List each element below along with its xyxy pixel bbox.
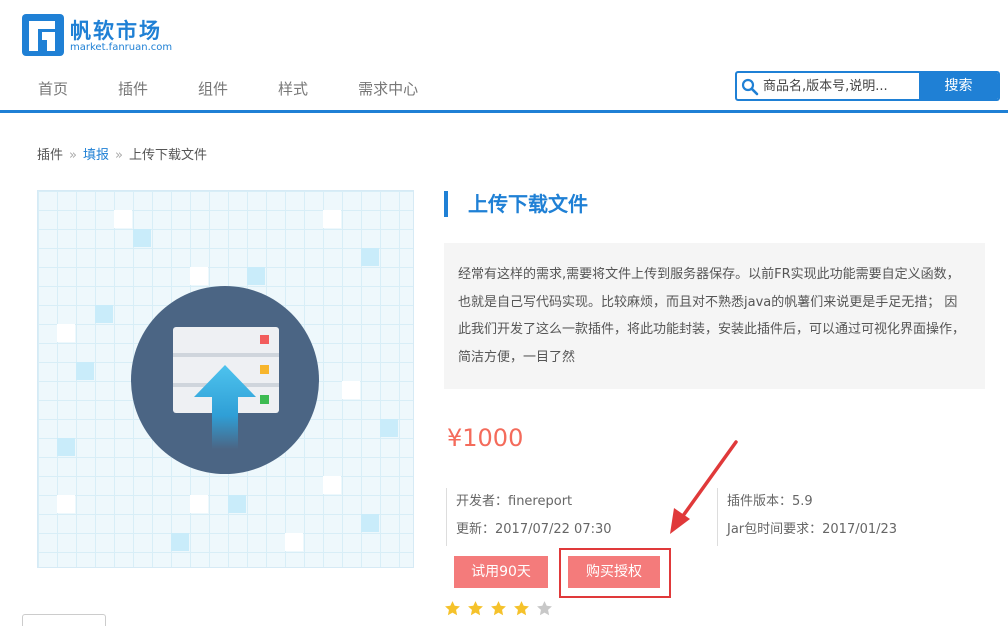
product-description: 经常有这样的需求,需要将文件上传到服务器保存。以前FR实现此功能需要自定义函数，… bbox=[444, 243, 985, 389]
search-icon bbox=[741, 78, 759, 96]
jar-requirement-info: Jar包时间要求：2017/01/23 bbox=[727, 522, 898, 537]
bottom-tab[interactable] bbox=[22, 614, 106, 626]
version-info: 插件版本：5.9 bbox=[727, 494, 813, 509]
product-preview-image bbox=[37, 190, 414, 568]
trial-button[interactable]: 试用90天 bbox=[454, 556, 548, 588]
star-filled-icon bbox=[514, 601, 529, 616]
meta-right: 插件版本：5.9 Jar包时间要求：2017/01/23 bbox=[717, 488, 977, 546]
breadcrumb-separator: » bbox=[115, 148, 123, 163]
star-filled-icon bbox=[468, 601, 483, 616]
buy-license-button[interactable]: 购买授权 bbox=[568, 556, 660, 588]
header-divider bbox=[0, 110, 1008, 113]
upload-server-icon bbox=[57, 210, 398, 551]
header: 帆软市场 market.fanruan.com 首页 插件 组件 样式 需求中心… bbox=[0, 0, 1008, 114]
nav-item-requirements[interactable]: 需求中心 bbox=[358, 78, 434, 102]
search-box: 搜索 bbox=[735, 71, 1000, 101]
breadcrumb: 插件 » 填报 » 上传下载文件 bbox=[37, 144, 207, 163]
breadcrumb-item-current: 上传下载文件 bbox=[128, 148, 207, 163]
star-filled-icon bbox=[491, 601, 506, 616]
annotation-arrow-icon bbox=[670, 440, 738, 534]
breadcrumb-item-fill[interactable]: 填报 bbox=[83, 148, 109, 163]
product-price: ¥1000 bbox=[447, 424, 524, 452]
nav-item-plugins[interactable]: 插件 bbox=[118, 78, 164, 102]
search-button[interactable]: 搜索 bbox=[919, 73, 998, 99]
nav-item-home[interactable]: 首页 bbox=[22, 78, 84, 102]
search-input[interactable] bbox=[763, 73, 921, 99]
title-accent-bar bbox=[444, 191, 448, 217]
logo[interactable]: 帆软市场 market.fanruan.com bbox=[22, 14, 222, 58]
main-nav: 首页 插件 组件 样式 需求中心 bbox=[22, 78, 468, 102]
breadcrumb-item-plugins[interactable]: 插件 bbox=[37, 148, 63, 163]
rating-stars bbox=[444, 600, 559, 620]
logo-subtitle: market.fanruan.com bbox=[70, 42, 173, 53]
product-title: 上传下载文件 bbox=[468, 192, 588, 216]
star-filled-icon bbox=[445, 601, 460, 616]
logo-title: 帆软市场 bbox=[70, 19, 162, 43]
nav-item-components[interactable]: 组件 bbox=[198, 78, 244, 102]
breadcrumb-separator: » bbox=[69, 148, 77, 163]
star-empty-icon bbox=[537, 601, 552, 616]
fanruan-logo-icon bbox=[22, 14, 64, 56]
nav-item-styles[interactable]: 样式 bbox=[278, 78, 324, 102]
